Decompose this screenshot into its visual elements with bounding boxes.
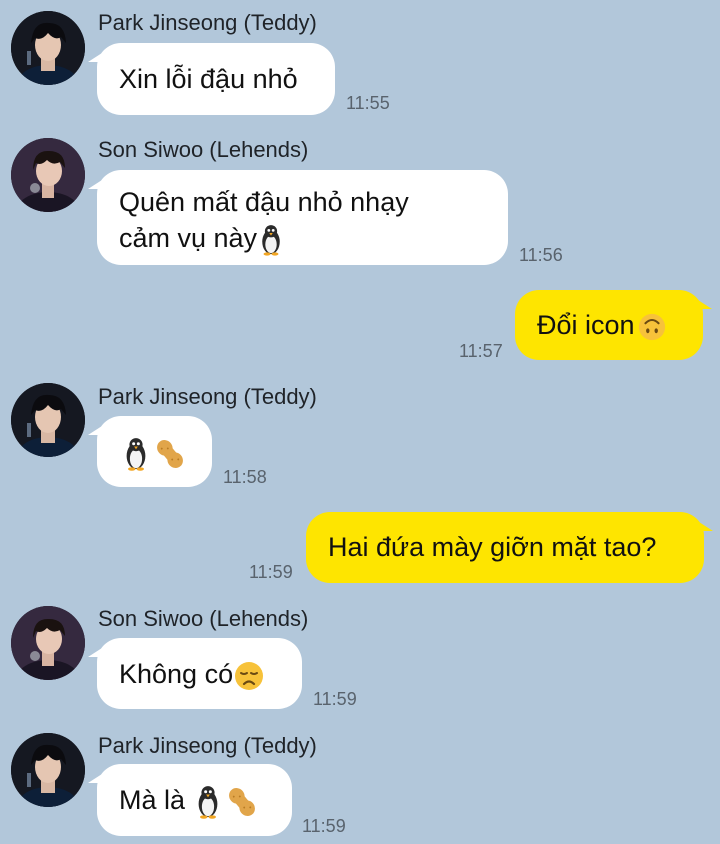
sender-name: Park Jinseong (Teddy) [98,733,317,758]
peanut-icon [225,785,259,819]
teddy-avatar[interactable] [11,11,85,85]
teddy-avatar-image [11,733,85,807]
message-bubble[interactable]: Mà là [88,764,292,836]
message-bubble[interactable]: Không có [88,638,302,709]
message-bubble[interactable]: Đổi icon [515,290,712,360]
teddy-avatar-image [11,383,85,457]
lehends-avatar[interactable] [11,138,85,212]
message-bubble[interactable] [88,416,212,487]
sender-name: Son Siwoo (Lehends) [98,137,309,162]
peanut-icon [153,437,187,471]
message-text-line: Quên mất đậu nhỏ nhạy [119,187,409,217]
message-bubble[interactable]: Xin lỗi đậu nhỏ [88,43,335,115]
message-text: Không có [119,659,234,689]
penguin-icon [193,785,223,819]
chat-room: Park Jinseong (Teddy) Xin lỗi đậu nhỏ 11… [0,0,720,844]
penguin-icon [121,437,151,471]
message-text: cảm vụ này [119,223,258,253]
lehends-avatar-image [11,138,85,212]
message-time: 11:57 [459,341,503,361]
penguin-icon [257,224,285,256]
lehends-avatar-image [11,606,85,680]
upside-down-face-icon [637,312,667,342]
message-time: 11:59 [313,689,357,709]
sender-name: Park Jinseong (Teddy) [98,384,317,409]
sender-name: Son Siwoo (Lehends) [98,606,309,631]
message-text: Đổi icon [537,310,635,340]
message-bubble[interactable]: Quên mất đậu nhỏ nhạy cảm vụ này [88,170,508,265]
message-text-line-2: cảm vụ này [119,220,508,256]
message-time: 11:56 [519,245,563,265]
sender-name: Park Jinseong (Teddy) [98,10,317,35]
message-time: 11:59 [249,562,293,582]
disappointed-face-icon [233,660,265,692]
message-text: Xin lỗi đậu nhỏ [119,64,298,94]
message-bubble[interactable]: Hai đứa mày giỡn mặt tao? [306,512,713,583]
lehends-avatar[interactable] [11,606,85,680]
teddy-avatar[interactable] [11,383,85,457]
message-time: 11:58 [223,467,267,487]
message-time: 11:55 [346,93,390,113]
message-text: Mà là [119,785,193,815]
teddy-avatar-image [11,11,85,85]
message-time: 11:59 [302,816,346,836]
message-text: Hai đứa mày giỡn mặt tao? [328,532,657,562]
teddy-avatar[interactable] [11,733,85,807]
